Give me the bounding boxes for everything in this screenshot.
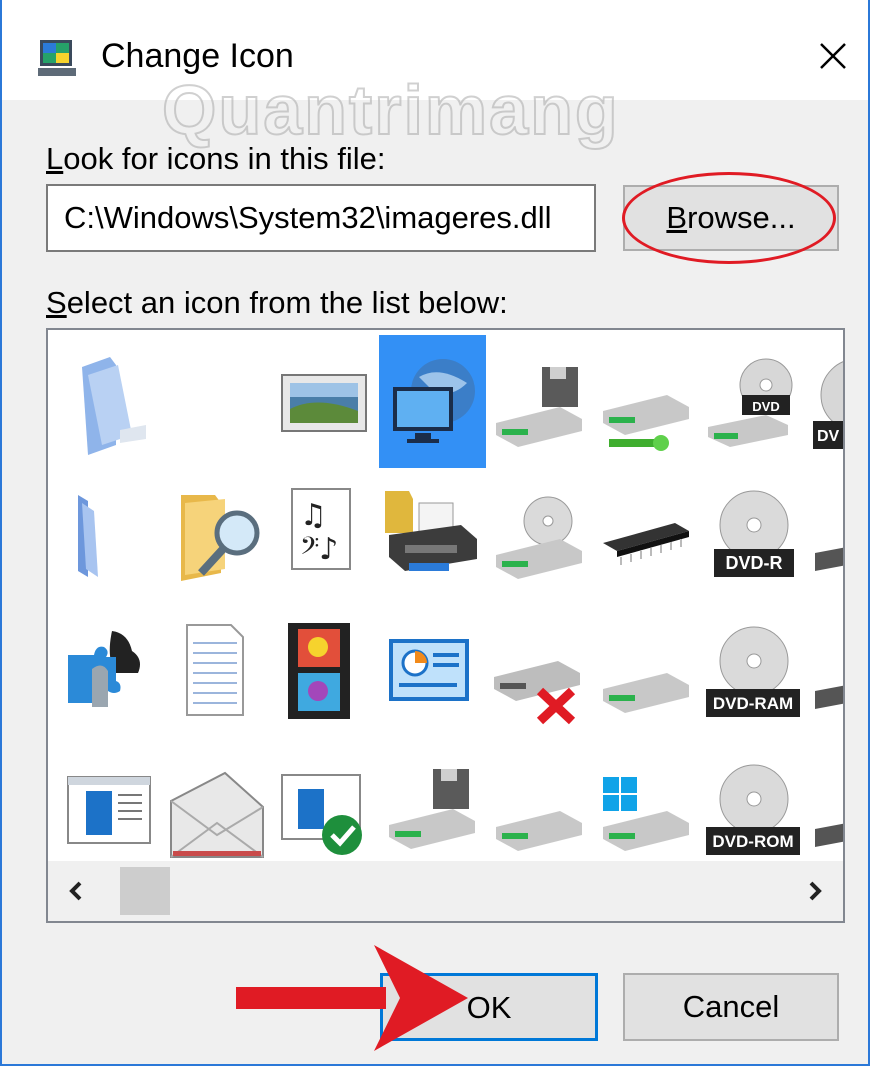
drive-icon[interactable] bbox=[593, 611, 700, 744]
video-film-icon[interactable] bbox=[272, 611, 379, 744]
svg-text:DV: DV bbox=[817, 428, 840, 445]
drive-partial-icon[interactable] bbox=[807, 611, 843, 744]
cd-drive-icon[interactable] bbox=[486, 473, 593, 606]
dvd-r-drive-icon[interactable]: DVD-R bbox=[700, 473, 807, 606]
ok-button[interactable]: OK bbox=[380, 973, 598, 1041]
folder-search-icon[interactable] bbox=[165, 473, 272, 606]
dvd-drive-icon[interactable]: DV bbox=[807, 335, 843, 468]
svg-text:DVD: DVD bbox=[752, 399, 779, 414]
puzzle-chess-icon[interactable] bbox=[58, 611, 165, 744]
change-icon-dialog: Change Icon Quantrimang Look for icons i… bbox=[0, 0, 870, 1066]
memory-chip-icon[interactable] bbox=[593, 473, 700, 606]
icon-list[interactable]: DVD DV ♫ 𝄢♪ DVD-R DVD-RAM DVD-ROM bbox=[46, 328, 845, 923]
browse-highlight-oval bbox=[622, 172, 836, 264]
cancel-button[interactable]: Cancel bbox=[623, 973, 839, 1041]
blank-icon[interactable] bbox=[165, 335, 272, 468]
text-document-icon[interactable] bbox=[165, 611, 272, 744]
drive-error-icon[interactable] bbox=[486, 611, 593, 744]
network-monitor-icon[interactable] bbox=[379, 335, 486, 468]
scroll-thumb[interactable] bbox=[120, 867, 170, 915]
chevron-left-icon[interactable] bbox=[48, 861, 104, 921]
svg-text:DVD-RAM: DVD-RAM bbox=[713, 694, 793, 713]
close-icon[interactable] bbox=[805, 28, 861, 84]
picture-frame-icon[interactable] bbox=[272, 335, 379, 468]
dvd-drive-icon[interactable]: DVD bbox=[700, 335, 807, 468]
chevron-right-icon[interactable] bbox=[787, 861, 843, 921]
folder-partial-icon[interactable] bbox=[58, 473, 165, 606]
printer-icon[interactable] bbox=[379, 473, 486, 606]
floppy-drive-icon[interactable] bbox=[486, 335, 593, 468]
watermark-logo: Quantrimang bbox=[161, 70, 620, 150]
music-document-icon[interactable]: ♫ 𝄢♪ bbox=[272, 473, 379, 606]
svg-text:♫: ♫ bbox=[300, 498, 327, 533]
drive-partial-icon[interactable] bbox=[807, 473, 843, 606]
folder-icon[interactable] bbox=[58, 335, 165, 468]
svg-text:DVD-R: DVD-R bbox=[726, 553, 783, 573]
svg-text:DVD-ROM: DVD-ROM bbox=[712, 832, 793, 851]
network-drive-icon[interactable] bbox=[593, 335, 700, 468]
control-panel-icon[interactable] bbox=[379, 611, 486, 744]
icon-list-label: Select an icon from the list below: bbox=[46, 285, 508, 320]
dvd-ram-drive-icon[interactable]: DVD-RAM bbox=[700, 611, 807, 744]
file-field-label: Look for icons in this file: bbox=[46, 141, 386, 176]
icon-file-path-input[interactable] bbox=[46, 184, 596, 252]
horizontal-scrollbar[interactable] bbox=[48, 861, 843, 921]
computer-icon bbox=[38, 40, 76, 76]
title-bar: Change Icon Quantrimang bbox=[2, 0, 868, 150]
svg-text:𝄢♪: 𝄢♪ bbox=[300, 532, 338, 567]
